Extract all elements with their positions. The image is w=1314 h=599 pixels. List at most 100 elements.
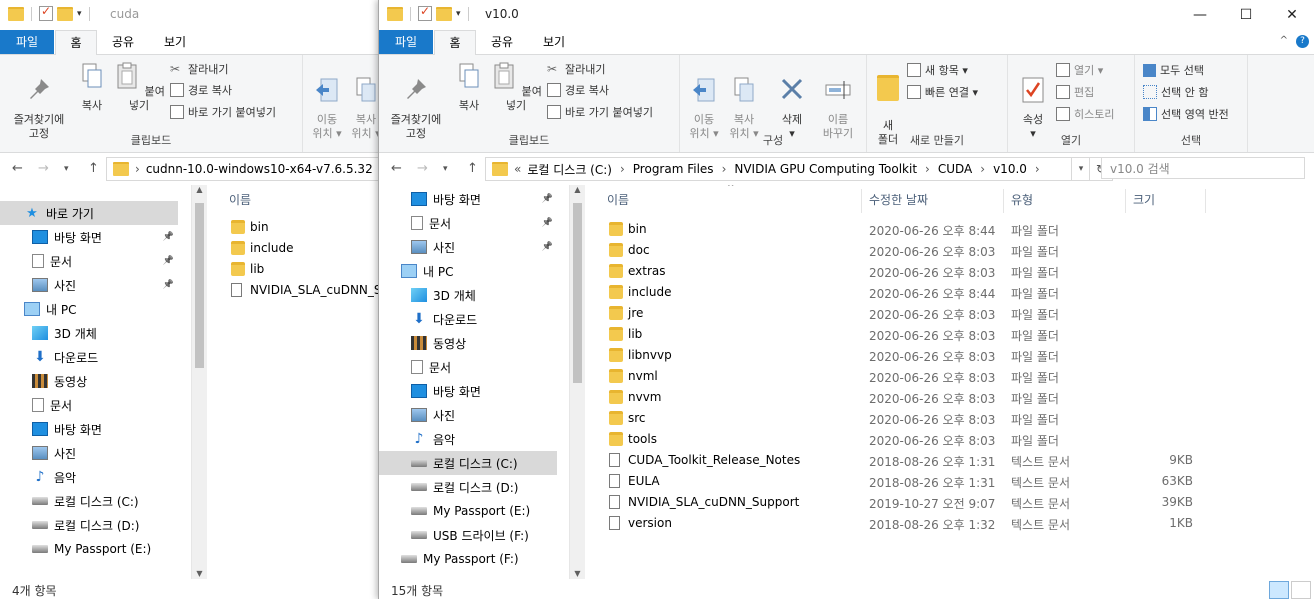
tab-file[interactable]: 파일 xyxy=(0,30,54,54)
copy-path-button[interactable]: 경로 복사 xyxy=(170,82,232,98)
navigation-pane[interactable]: 바탕 화면 📌 문서 📌 사진 📌 내 PC 3D 개체 ⬇ 다운로드 동영상 문서 바탕 화면 사진 ♪ 음… xyxy=(379,185,569,580)
nav-item[interactable]: 문서 📌 xyxy=(379,211,557,235)
tab-file[interactable]: 파일 xyxy=(379,30,433,54)
tab-home[interactable]: 홈 xyxy=(55,30,97,55)
delete-button[interactable]: 삭제 ▾ xyxy=(776,61,808,141)
pin-icon[interactable]: 📌 xyxy=(163,256,174,266)
file-row[interactable]: doc 2020-06-26 오후 8:03 파일 폴더 xyxy=(585,240,1205,261)
help-icon[interactable]: ? xyxy=(1296,35,1309,48)
properties-button[interactable]: 속성 ▾ xyxy=(1016,61,1050,141)
move-to-button[interactable]: 이동 위치 ▾ xyxy=(309,61,345,141)
minimize-icon[interactable]: — xyxy=(1177,0,1223,30)
overflow-chevron-icon[interactable]: « xyxy=(514,162,521,176)
forward-arrow-icon[interactable]: → xyxy=(417,161,428,176)
nav-item[interactable]: My Passport (E:) xyxy=(379,499,557,523)
open-button[interactable]: 열기 ▾ xyxy=(1056,62,1103,78)
file-row[interactable]: NVIDIA_SLA_cuDNN_Support 2019-10-27 오전 9:… xyxy=(585,492,1205,513)
nav-item[interactable]: 문서 xyxy=(0,393,178,417)
file-row[interactable]: jre 2020-06-26 오후 8:03 파일 폴더 xyxy=(585,303,1205,324)
copy-button[interactable]: 복사 xyxy=(453,61,485,113)
search-input[interactable]: v10.0 검색 xyxy=(1101,157,1305,179)
nav-scrollbar[interactable]: ▲ ▼ xyxy=(569,185,585,580)
nav-item[interactable]: 바탕 화면 xyxy=(0,417,178,441)
recent-dropdown-icon[interactable]: ▾ xyxy=(64,164,69,174)
nav-item[interactable]: My Passport (F:) xyxy=(379,547,557,571)
nav-item[interactable]: My Passport (E:) xyxy=(0,537,178,561)
nav-item[interactable]: 3D 개체 xyxy=(379,283,557,307)
scroll-thumb[interactable] xyxy=(195,203,204,368)
file-row[interactable]: bin 2020-06-26 오후 8:44 파일 폴더 xyxy=(585,219,1205,240)
file-row[interactable]: libnvvp 2020-06-26 오후 8:03 파일 폴더 xyxy=(585,345,1205,366)
file-row[interactable]: include xyxy=(207,238,378,259)
history-button[interactable]: 히스토리 xyxy=(1056,106,1114,122)
select-all-button[interactable]: 모두 선택 xyxy=(1143,62,1204,78)
address-bar[interactable]: « 로컬 디스크 (C:) › Program Files › NVIDIA GPU C… xyxy=(485,157,1091,181)
copy-button[interactable]: 복사 xyxy=(76,61,108,113)
scroll-down-icon[interactable]: ▼ xyxy=(192,569,207,578)
rename-button[interactable]: 이름 바꾸기 xyxy=(818,61,858,141)
copy-path-button[interactable]: 경로 복사 xyxy=(547,82,609,98)
breadcrumb-chevron-icon[interactable]: › xyxy=(135,162,140,176)
up-arrow-icon[interactable]: ↑ xyxy=(88,161,99,176)
file-row[interactable]: nvml 2020-06-26 오후 8:03 파일 폴더 xyxy=(585,366,1205,387)
nav-item[interactable]: ⬇ 다운로드 xyxy=(379,307,557,331)
select-none-button[interactable]: 선택 안 함 xyxy=(1143,84,1208,100)
breadcrumb-segment[interactable]: Program Files xyxy=(633,162,714,176)
title-bar[interactable]: ▾ v10.0 — ☐ ✕ xyxy=(379,0,1314,30)
nav-item[interactable]: 로컬 디스크 (D:) xyxy=(0,513,178,537)
back-arrow-icon[interactable]: ← xyxy=(12,161,23,176)
forward-arrow-icon[interactable]: → xyxy=(38,161,49,176)
recent-dropdown-icon[interactable]: ▾ xyxy=(443,164,448,174)
tab-share[interactable]: 공유 xyxy=(477,30,527,54)
tab-home[interactable]: 홈 xyxy=(434,30,476,55)
nav-item[interactable]: 바탕 화면 📌 xyxy=(0,225,178,249)
nav-item[interactable]: 바탕 화면 xyxy=(379,379,557,403)
qat-dropdown-icon[interactable]: ▾ xyxy=(77,9,82,19)
file-row[interactable]: lib xyxy=(207,259,378,280)
nav-item[interactable]: 바탕 화면 📌 xyxy=(379,187,557,211)
paste-button[interactable]: 붙여넣기 xyxy=(112,61,166,113)
file-row[interactable]: NVIDIA_SLA_cuDNN_Support xyxy=(207,280,378,301)
column-header-size[interactable]: 크기 xyxy=(1133,185,1155,215)
invert-selection-button[interactable]: 선택 영역 반전 xyxy=(1143,106,1229,122)
pin-icon[interactable]: 📌 xyxy=(542,218,553,228)
nav-item[interactable]: 3D 개체 xyxy=(0,321,178,345)
maximize-icon[interactable]: ☐ xyxy=(1223,0,1269,30)
nav-item[interactable]: USB 드라이브 (F:) xyxy=(379,523,557,547)
file-list[interactable]: 이름 bin include lib NVIDIA_SLA_cuDNN_Support xyxy=(207,185,378,580)
paste-button[interactable]: 붙여넣기 xyxy=(489,61,543,113)
breadcrumb-chevron-icon[interactable]: › xyxy=(925,162,930,176)
nav-item[interactable]: 로컬 디스크 (C:) xyxy=(379,451,557,475)
nav-item[interactable]: ♪ 음악 xyxy=(0,465,178,489)
paste-shortcut-button[interactable]: 바로 가기 붙여넣기 xyxy=(547,104,653,120)
explorer-window-cuda[interactable]: ▾ cuda 파일 홈 공유 보기 즐겨찾기에 고정 복사 붙여넣기 ✂ xyxy=(0,0,378,599)
pin-icon[interactable]: 📌 xyxy=(163,232,174,242)
back-arrow-icon[interactable]: ← xyxy=(391,161,402,176)
nav-item[interactable]: 사진 📌 xyxy=(379,235,557,259)
address-text[interactable]: cudnn-10.0-windows10-x64-v7.6.5.32 xyxy=(146,162,373,176)
close-icon[interactable]: ✕ xyxy=(1269,0,1314,30)
explorer-window-v10[interactable]: ▾ v10.0 — ☐ ✕ 파일 홈 공유 보기 ^ ? 즐겨찾기에 고정 복 xyxy=(378,0,1314,599)
pin-icon[interactable]: 📌 xyxy=(542,242,553,252)
file-row[interactable]: include 2020-06-26 오후 8:44 파일 폴더 xyxy=(585,282,1205,303)
nav-scrollbar[interactable]: ▲ ▼ xyxy=(191,185,207,580)
nav-item[interactable]: 로컬 디스크 (C:) xyxy=(0,489,178,513)
column-header-name[interactable]: 이름 xyxy=(607,185,629,215)
new-folder-icon[interactable] xyxy=(436,6,452,21)
nav-item[interactable]: 로컬 디스크 (D:) xyxy=(379,475,557,499)
collapse-ribbon-icon[interactable]: ^ xyxy=(1280,35,1288,48)
file-row[interactable]: version 2018-08-26 오후 1:32 텍스트 문서 1KB xyxy=(585,513,1205,534)
move-to-button[interactable]: 이동 위치 ▾ xyxy=(686,61,722,141)
pin-quick-access-button[interactable]: 즐겨찾기에 고정 xyxy=(381,61,451,141)
column-header-name[interactable]: 이름 xyxy=(229,185,251,215)
tab-view[interactable]: 보기 xyxy=(529,30,579,54)
scroll-thumb[interactable] xyxy=(573,203,582,383)
cut-button[interactable]: ✂ 잘라내기 xyxy=(170,61,228,77)
nav-item[interactable]: 동영상 xyxy=(379,331,557,355)
nav-item[interactable]: 사진 xyxy=(379,403,557,427)
nav-item[interactable]: 내 PC xyxy=(0,297,178,321)
breadcrumb-segment[interactable]: NVIDIA GPU Computing Toolkit xyxy=(734,162,917,176)
easy-access-button[interactable]: 빠른 연결 ▾ xyxy=(907,84,978,100)
qat-dropdown-icon[interactable]: ▾ xyxy=(456,9,461,19)
copy-to-button[interactable]: 복사 위치 ▾ xyxy=(726,61,762,141)
